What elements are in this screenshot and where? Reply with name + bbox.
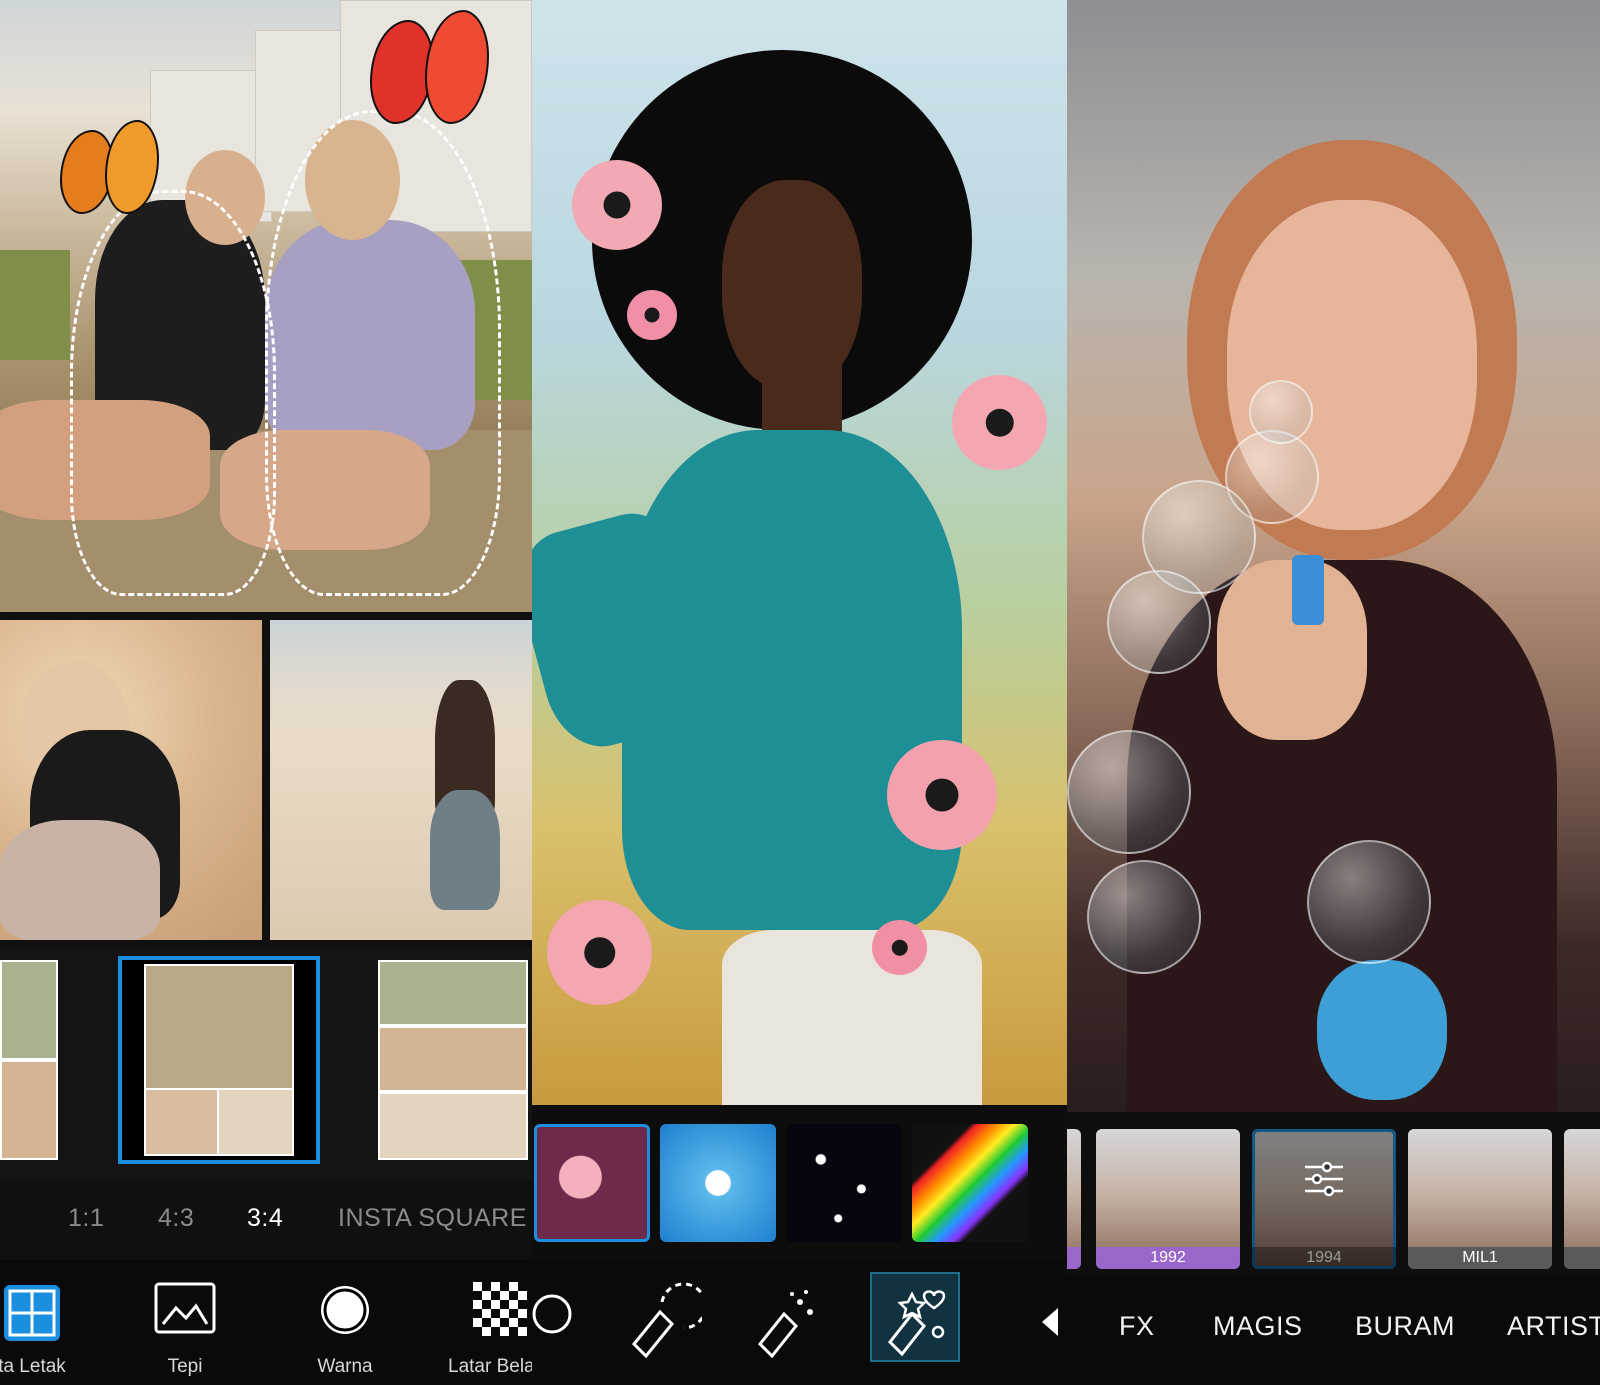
pink-flowers-sticker[interactable] bbox=[534, 1124, 650, 1242]
sticker-editor-photo[interactable] bbox=[532, 0, 1067, 1105]
rainbow-sticker[interactable] bbox=[912, 1124, 1028, 1242]
filter-thumbnail-mil1[interactable]: MIL1 bbox=[1408, 1129, 1552, 1269]
brush-erase-tool[interactable] bbox=[532, 1272, 582, 1362]
filter-editor-panel: 1992 1994 MIL1 FX MAGIS BURAM ARTIST bbox=[1067, 0, 1600, 1385]
layout-thumbnail[interactable] bbox=[378, 960, 528, 1160]
sticker-strip bbox=[532, 1110, 1067, 1255]
tab-buram[interactable]: BURAM bbox=[1355, 1311, 1455, 1342]
checkerboard-background-icon bbox=[473, 1282, 527, 1341]
filter-name bbox=[1564, 1247, 1600, 1269]
collage-cell-left-photo[interactable] bbox=[0, 620, 262, 940]
flower-sticker[interactable] bbox=[627, 290, 677, 340]
filter-name: 1992 bbox=[1096, 1247, 1240, 1269]
background-tool-label: Latar Bela bbox=[448, 1356, 532, 1377]
magic-sticker-brush-tool[interactable] bbox=[870, 1272, 960, 1362]
brush-dashed-icon bbox=[612, 1282, 708, 1366]
ratio-option-insta-square[interactable]: INSTA SQUARE bbox=[338, 1204, 527, 1233]
flower-sticker[interactable] bbox=[952, 375, 1047, 470]
butterfly-sticker[interactable] bbox=[370, 0, 490, 140]
flower-sticker[interactable] bbox=[872, 920, 927, 975]
flower-sticker[interactable] bbox=[547, 900, 652, 1005]
tab-fx[interactable]: FX bbox=[1119, 1311, 1155, 1342]
sparkle-brush-icon bbox=[740, 1290, 830, 1366]
layout-tool-label: ta Letak bbox=[0, 1356, 66, 1377]
filter-name bbox=[1067, 1247, 1081, 1269]
brush-toolbar bbox=[532, 1260, 1067, 1385]
butterfly-sticker[interactable] bbox=[60, 120, 160, 230]
border-tool-label: Tepi bbox=[167, 1356, 203, 1377]
filter-thumbnail-partial[interactable] bbox=[1067, 1129, 1081, 1269]
adjust-sliders-icon[interactable] bbox=[1301, 1159, 1347, 1204]
collapse-arrow-icon[interactable] bbox=[1042, 1308, 1058, 1336]
bubble bbox=[1087, 860, 1201, 974]
sticker-editor-panel bbox=[532, 0, 1067, 1385]
bubble bbox=[1107, 570, 1211, 674]
background-tool-button[interactable]: Latar Bela bbox=[440, 1260, 532, 1385]
cutout-outline bbox=[70, 190, 276, 596]
color-circle-icon bbox=[317, 1282, 373, 1343]
filter-name: MIL1 bbox=[1408, 1247, 1552, 1269]
image-border-icon bbox=[154, 1282, 216, 1339]
brush-erase-icon bbox=[532, 1294, 582, 1366]
filter-thumbnail-1992[interactable]: 1992 bbox=[1096, 1129, 1240, 1269]
collage-main-photo[interactable] bbox=[0, 0, 532, 612]
collage-cell-right-photo[interactable] bbox=[270, 620, 532, 940]
bubble bbox=[1249, 380, 1313, 444]
sparkle-stars-sticker[interactable] bbox=[786, 1124, 902, 1242]
color-tool-label: Warna bbox=[317, 1356, 373, 1377]
layout-thumbnails bbox=[0, 948, 532, 1180]
filter-name: 1994 bbox=[1252, 1247, 1396, 1269]
border-tool-button[interactable]: Tepi bbox=[125, 1260, 245, 1385]
tab-artist[interactable]: ARTIST bbox=[1507, 1311, 1600, 1342]
brush-dashed-tool[interactable] bbox=[612, 1272, 708, 1362]
filter-editor-photo[interactable] bbox=[1067, 0, 1600, 1112]
collage-editor-panel: 1:1 4:3 3:4 INSTA SQUARE ta Letak Tepi W… bbox=[0, 0, 532, 1385]
collage-toolbar: ta Letak Tepi Warna Latar Bela bbox=[0, 1260, 532, 1385]
filter-strip: 1992 1994 MIL1 bbox=[1067, 1115, 1600, 1275]
color-tool-button[interactable]: Warna bbox=[285, 1260, 405, 1385]
sparkle-brush-tool[interactable] bbox=[740, 1272, 830, 1362]
white-blossoms-sticker[interactable] bbox=[660, 1124, 776, 1242]
ratio-option-1-1[interactable]: 1:1 bbox=[68, 1204, 104, 1233]
layout-icon bbox=[1, 1282, 63, 1349]
flower-sticker[interactable] bbox=[887, 740, 997, 850]
layout-thumbnail-selected[interactable] bbox=[118, 956, 320, 1164]
flower-sticker[interactable] bbox=[572, 160, 662, 250]
magic-sticker-brush-icon bbox=[872, 1290, 958, 1364]
filter-thumbnail-partial[interactable] bbox=[1564, 1129, 1600, 1269]
bubble bbox=[1067, 730, 1191, 854]
bubble bbox=[1307, 840, 1431, 964]
layout-thumbnail[interactable] bbox=[0, 960, 58, 1160]
cutout-outline bbox=[265, 110, 501, 596]
ratio-option-3-4[interactable]: 3:4 bbox=[247, 1204, 283, 1233]
tab-magis[interactable]: MAGIS bbox=[1213, 1311, 1303, 1342]
ratio-option-4-3[interactable]: 4:3 bbox=[158, 1204, 194, 1233]
filter-category-tabs: FX MAGIS BURAM ARTIST bbox=[1067, 1275, 1600, 1385]
layout-tool-button[interactable]: ta Letak bbox=[0, 1260, 92, 1385]
aspect-ratio-bar: 1:1 4:3 3:4 INSTA SQUARE bbox=[0, 1180, 532, 1252]
